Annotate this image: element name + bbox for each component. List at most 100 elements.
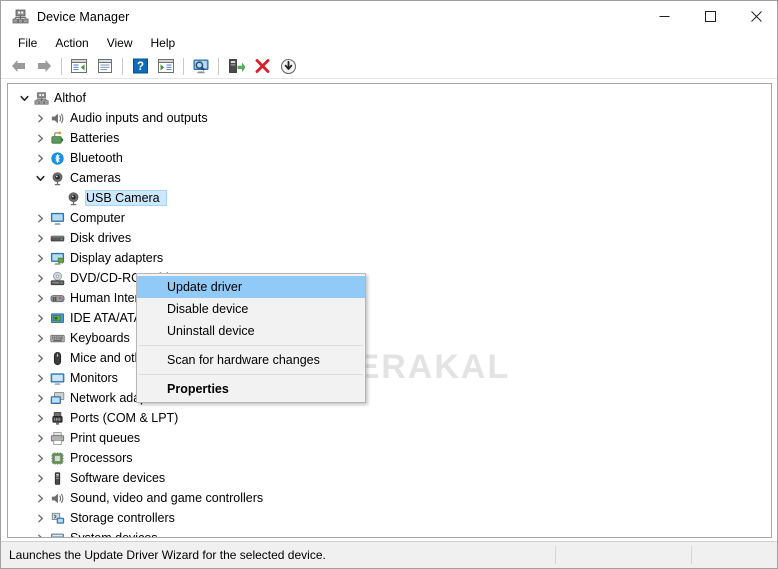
minimize-button[interactable] (641, 1, 687, 32)
printer-icon (48, 429, 66, 447)
tree-item-label: Display adapters (70, 251, 164, 265)
menu-help[interactable]: Help (142, 34, 185, 52)
scan-for-hardware-changes-icon[interactable] (189, 55, 213, 77)
chevron-right-icon[interactable] (32, 428, 48, 448)
tree-row-print-queues[interactable]: Print queues (8, 428, 771, 448)
chevron-down-icon[interactable] (32, 168, 48, 188)
chevron-right-icon[interactable] (32, 208, 48, 228)
chevron-right-icon[interactable] (32, 368, 48, 388)
camera-icon (48, 169, 66, 187)
context-menu-item-disable-device[interactable]: Disable device (137, 298, 365, 320)
speaker-icon (48, 489, 66, 507)
tree-row-bluetooth[interactable]: Bluetooth (8, 148, 771, 168)
chevron-right-icon[interactable] (32, 108, 48, 128)
tree-row-system-devices[interactable]: System devices (8, 528, 771, 538)
toolbar-separator (218, 57, 219, 75)
software-device-icon (48, 469, 66, 487)
status-message: Launches the Update Driver Wizard for th… (1, 546, 556, 564)
hid-icon (48, 289, 66, 307)
chevron-right-icon[interactable] (32, 228, 48, 248)
disable-device-icon[interactable] (276, 55, 300, 77)
toolbar-separator (183, 57, 184, 75)
window-title: Device Manager (37, 9, 130, 24)
chevron-right-icon[interactable] (32, 308, 48, 328)
chevron-right-icon[interactable] (32, 448, 48, 468)
status-pane-tertiary (692, 546, 777, 564)
bluetooth-icon (48, 149, 66, 167)
dvd-drive-icon (48, 269, 66, 287)
tree-row[interactable]: Althof (8, 88, 771, 108)
chevron-down-icon[interactable] (16, 88, 32, 108)
help-icon[interactable]: ? (128, 55, 152, 77)
chevron-right-icon[interactable] (32, 328, 48, 348)
tree-row-ide-controllers[interactable]: IDE ATA/ATAPI controllers (8, 308, 771, 328)
disk-drive-icon (48, 229, 66, 247)
uninstall-device-icon[interactable] (250, 55, 274, 77)
back-icon[interactable] (6, 55, 30, 77)
chevron-right-icon[interactable] (32, 248, 48, 268)
tree-item-label: Batteries (70, 131, 120, 145)
chevron-right-icon[interactable] (32, 508, 48, 528)
tree-row-disk-drives[interactable]: Disk drives (8, 228, 771, 248)
tree-row-usb-camera[interactable]: USB Camera (8, 188, 771, 208)
context-menu-item-update-driver[interactable]: Update driver (137, 276, 365, 298)
update-driver-icon[interactable] (224, 55, 248, 77)
device-tree-panel[interactable]: Althof Audio inputs and outputs Batterie… (7, 83, 772, 538)
tree-item-label: USB Camera (85, 190, 167, 206)
tree-row-computer[interactable]: Computer (8, 208, 771, 228)
toolbar-separator (61, 57, 62, 75)
properties-icon[interactable] (93, 55, 117, 77)
context-menu-item-properties[interactable]: Properties (137, 378, 365, 400)
tree-row-dvd-drives[interactable]: DVD/CD-ROM drives (8, 268, 771, 288)
tree-row-cameras[interactable]: Cameras (8, 168, 771, 188)
svg-text:?: ? (136, 61, 143, 73)
device-tree: Althof Audio inputs and outputs Batterie… (8, 84, 771, 538)
chevron-right-icon[interactable] (32, 488, 48, 508)
chevron-right-icon[interactable] (32, 408, 48, 428)
chevron-right-icon[interactable] (32, 528, 48, 537)
tree-row-software-devices[interactable]: Software devices (8, 468, 771, 488)
close-button[interactable] (733, 1, 777, 32)
tree-item-label: System devices (70, 531, 158, 538)
menu-file[interactable]: File (9, 34, 46, 52)
tree-row-storage-controllers[interactable]: Storage controllers (8, 508, 771, 528)
tree-row-mice[interactable]: Mice and other pointing devices (8, 348, 771, 368)
menu-action[interactable]: Action (46, 34, 97, 52)
tree-item-label: Computer (70, 211, 125, 225)
tree-row-audio[interactable]: Audio inputs and outputs (8, 108, 771, 128)
tree-row-batteries[interactable]: Batteries (8, 128, 771, 148)
window-controls (641, 1, 777, 32)
tree-row-sound-video-game[interactable]: Sound, video and game controllers (8, 488, 771, 508)
device-manager-icon (11, 8, 29, 26)
chevron-right-icon[interactable] (32, 468, 48, 488)
show-hide-console-tree-icon[interactable] (67, 55, 91, 77)
tree-row-network-adapters[interactable]: Network adapters (8, 388, 771, 408)
tree-row-processors[interactable]: Processors (8, 448, 771, 468)
menu-view[interactable]: View (98, 34, 142, 52)
chevron-right-icon[interactable] (32, 388, 48, 408)
tree-item-label: Monitors (70, 371, 118, 385)
storage-controller-icon (48, 509, 66, 527)
tree-row-keyboards[interactable]: Keyboards (8, 328, 771, 348)
system-device-icon (48, 529, 66, 537)
port-icon (48, 409, 66, 427)
tree-row-monitors[interactable]: Monitors (8, 368, 771, 388)
tree-row-ports[interactable]: Ports (COM & LPT) (8, 408, 771, 428)
chevron-right-icon[interactable] (32, 268, 48, 288)
context-menu-item-uninstall-device[interactable]: Uninstall device (137, 320, 365, 342)
context-menu-item-scan-for-hardware-changes[interactable]: Scan for hardware changes (137, 349, 365, 371)
maximize-button[interactable] (687, 1, 733, 32)
chevron-right-icon[interactable] (32, 288, 48, 308)
tree-row-hid[interactable]: Human Interface Devices (8, 288, 771, 308)
chevron-right-icon[interactable] (32, 128, 48, 148)
ide-controller-icon (48, 309, 66, 327)
chevron-right-icon[interactable] (32, 148, 48, 168)
monitor-icon (48, 209, 66, 227)
tree-row-display-adapters[interactable]: Display adapters (8, 248, 771, 268)
chevron-right-icon[interactable] (32, 348, 48, 368)
show-hide-action-pane-icon[interactable] (154, 55, 178, 77)
speaker-icon (48, 109, 66, 127)
battery-icon (48, 129, 66, 147)
tree-item-label: Bluetooth (70, 151, 123, 165)
forward-icon[interactable] (32, 55, 56, 77)
